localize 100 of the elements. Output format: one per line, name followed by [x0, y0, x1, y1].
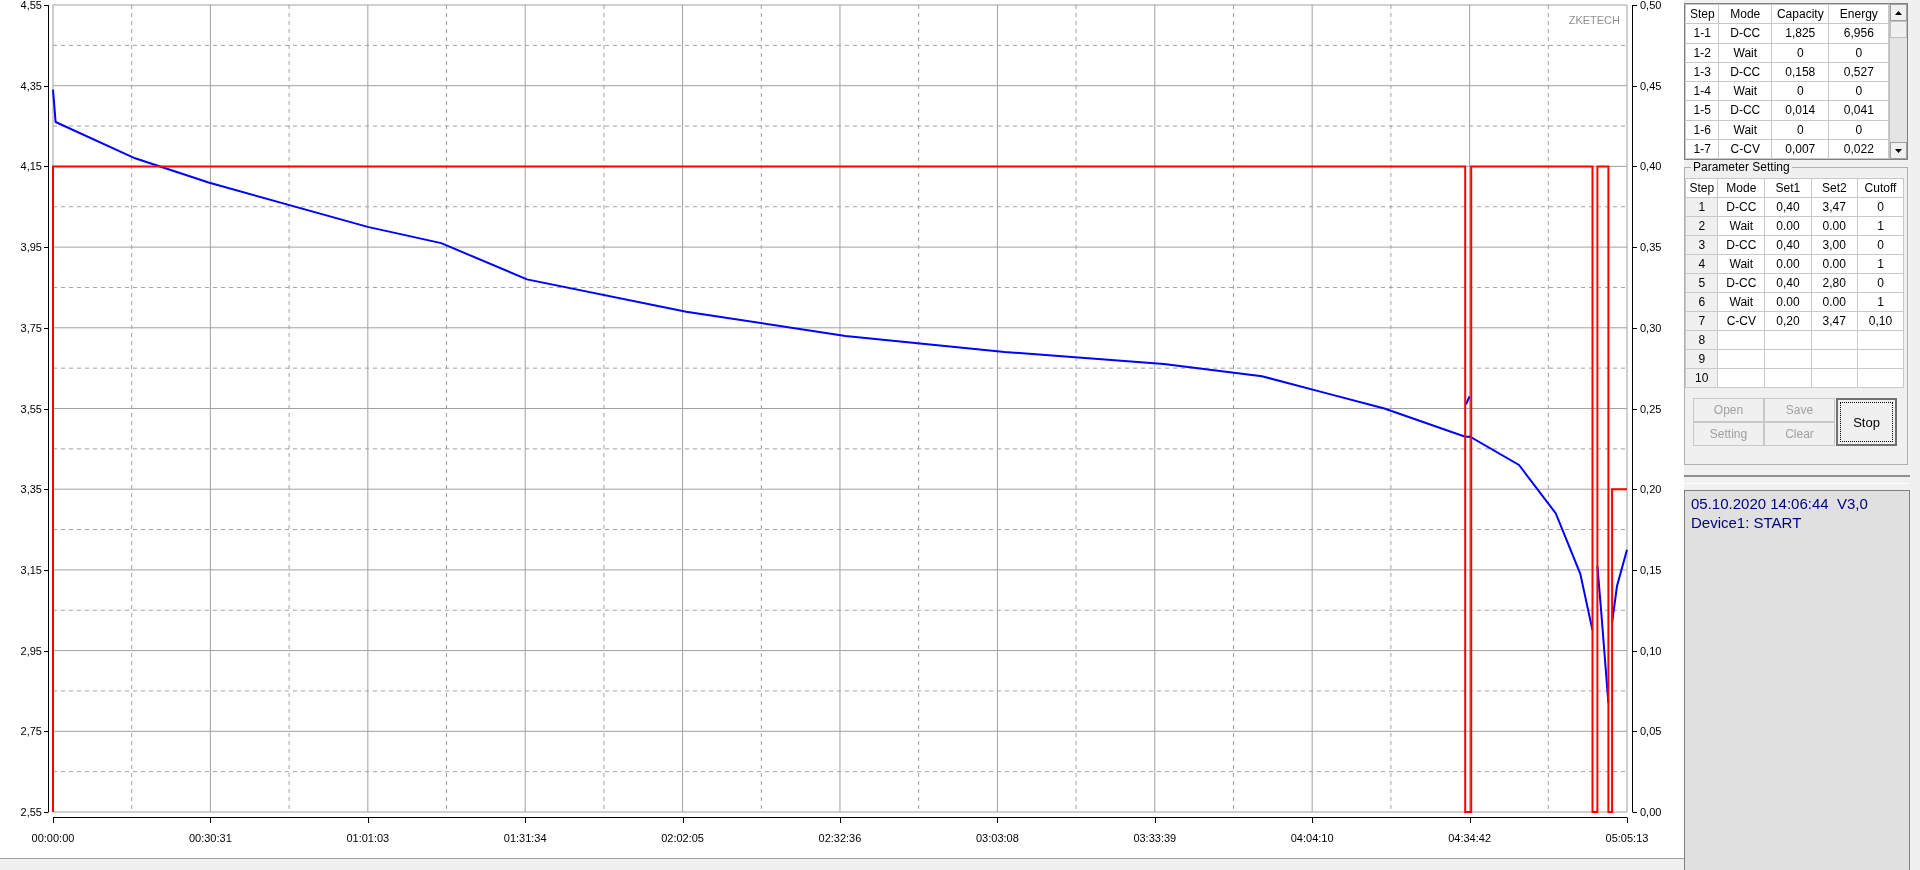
axis-tick-label: 3,35 — [20, 483, 42, 496]
column-header: Cutoff — [1857, 178, 1904, 198]
table-cell: 5 — [1685, 273, 1718, 293]
table-cell: 0 — [1857, 273, 1904, 293]
table-cell: 1 — [1857, 254, 1904, 274]
table-cell: 7 — [1685, 311, 1718, 331]
table-cell: 1 — [1857, 216, 1904, 236]
column-header: Mode — [1719, 4, 1772, 24]
axis-tick-label: 05:05:13 — [1605, 832, 1649, 844]
axis-tick-label: 02:02:05 — [661, 832, 704, 844]
table-cell: 0,40 — [1764, 235, 1812, 255]
table-cell: 1 — [1857, 292, 1904, 312]
table-cell: 0.00 — [1811, 254, 1858, 274]
table-cell: 0.00 — [1811, 292, 1858, 312]
table-cell: 1-3 — [1685, 62, 1719, 82]
table-cell: 0,10 — [1857, 311, 1904, 331]
table-cell: D-CC — [1717, 197, 1765, 217]
table-cell: 8 — [1685, 330, 1718, 350]
scrollbar-thumb[interactable] — [1890, 21, 1907, 38]
table-cell: 6,956 — [1828, 23, 1889, 43]
table-cell: 0,041 — [1828, 100, 1889, 120]
table-cell: 3 — [1685, 235, 1718, 255]
axis-tick-label: 2,55 — [20, 806, 42, 818]
table-cell: Wait — [1717, 292, 1765, 312]
axis-tick-label: 00:30:31 — [188, 832, 232, 844]
column-header: Set1 — [1764, 178, 1812, 198]
axis-tick-label: 0,25 — [1640, 402, 1662, 415]
axis-tick-label: 02:32:36 — [818, 832, 862, 844]
table-cell: 0 — [1771, 120, 1829, 140]
axis-tick-label: 01:01:03 — [346, 832, 390, 844]
column-header: Step — [1685, 178, 1718, 198]
axis-tick-label: 01:31:34 — [503, 832, 547, 844]
axis-tick-label: 0,40 — [1640, 160, 1662, 173]
column-header: Set2 — [1811, 178, 1858, 198]
down-arrow-icon — [1895, 148, 1903, 153]
table-cell: 0 — [1771, 81, 1829, 101]
table-cell: C-CV — [1719, 139, 1772, 159]
table-cell: 0,527 — [1828, 62, 1889, 82]
up-arrow-icon — [1895, 10, 1903, 15]
table-cell: D-CC — [1717, 235, 1765, 255]
log-line: 05.10.2020 14:06:44 V3,0 — [1691, 494, 1869, 513]
brand-label: ZKETECH — [1568, 14, 1620, 26]
table-cell: 1 — [1685, 197, 1718, 217]
button[interactable]: Stop — [1836, 398, 1897, 446]
table-cell: 0,20 — [1764, 311, 1812, 331]
table-cell: Wait — [1719, 120, 1772, 140]
table-cell: 0.00 — [1764, 292, 1812, 312]
column-header: Energy — [1828, 4, 1889, 24]
table-cell: 0,40 — [1764, 273, 1812, 293]
table-cell: 2,80 — [1811, 273, 1858, 293]
table-cell: 0,022 — [1828, 139, 1889, 159]
table-cell: 1-6 — [1685, 120, 1719, 140]
table-cell: Wait — [1719, 81, 1772, 101]
table-cell: 0.00 — [1811, 216, 1858, 236]
table-cell: 1-1 — [1685, 23, 1719, 43]
table-cell: 2 — [1685, 216, 1718, 236]
axis-tick-label: 0,20 — [1640, 483, 1662, 496]
table-cell: 3,47 — [1811, 197, 1858, 217]
table-cell: 1-2 — [1685, 43, 1719, 63]
axis-tick-label: 4,35 — [20, 79, 42, 92]
table-cell: Wait — [1717, 254, 1765, 274]
table-cell: 4 — [1685, 254, 1718, 274]
axis-tick-label: 0,35 — [1640, 241, 1662, 254]
axis-tick-label: 0,05 — [1640, 725, 1662, 738]
axis-tick-label: 3,55 — [20, 402, 42, 415]
table-cell: D-CC — [1719, 62, 1772, 82]
table-cell: 3,00 — [1811, 235, 1858, 255]
axis-tick-label: 2,75 — [20, 725, 42, 738]
table-cell: 1-4 — [1685, 81, 1719, 101]
axis-tick-label: 0,30 — [1640, 321, 1662, 334]
axis-tick-label: 0,15 — [1640, 563, 1662, 576]
scroll-down-button[interactable] — [1890, 142, 1907, 159]
axis-tick-label: 04:04:10 — [1290, 832, 1334, 844]
table-cell: 0 — [1828, 120, 1889, 140]
table-cell: 9 — [1685, 349, 1718, 369]
scroll-up-button[interactable] — [1890, 4, 1907, 21]
table-cell: D-CC — [1719, 23, 1772, 43]
axis-tick-label: 0,00 — [1640, 806, 1662, 818]
group-title: Parameter Setting — [1691, 160, 1792, 174]
table-cell: 10 — [1685, 368, 1718, 388]
axis-tick-label: 3,75 — [20, 321, 42, 334]
table-cell: 0.00 — [1764, 216, 1812, 236]
table-cell: 0,014 — [1771, 100, 1829, 120]
axis-tick-label: 03:03:08 — [976, 832, 1019, 844]
axis-tick-label: 0,50 — [1640, 0, 1662, 11]
axis-tick-label: 0,45 — [1640, 79, 1662, 92]
column-header: Capacity — [1771, 4, 1829, 24]
axis-tick-label: 4,55 — [20, 0, 42, 11]
table-cell: 0 — [1828, 81, 1889, 101]
table-cell: 1-7 — [1685, 139, 1719, 159]
log-line: Device1: START — [1691, 513, 1803, 532]
table-cell: Wait — [1717, 216, 1765, 236]
axis-tick-label: 0,10 — [1640, 644, 1662, 657]
column-header: Mode — [1717, 178, 1765, 198]
axis-tick-label: 03:33:39 — [1133, 832, 1177, 844]
table-cell: 0,007 — [1771, 139, 1829, 159]
table-cell: 0,158 — [1771, 62, 1829, 82]
table-cell: D-CC — [1719, 100, 1772, 120]
table-cell: 0.00 — [1764, 254, 1812, 274]
table-cell: 1-5 — [1685, 100, 1719, 120]
